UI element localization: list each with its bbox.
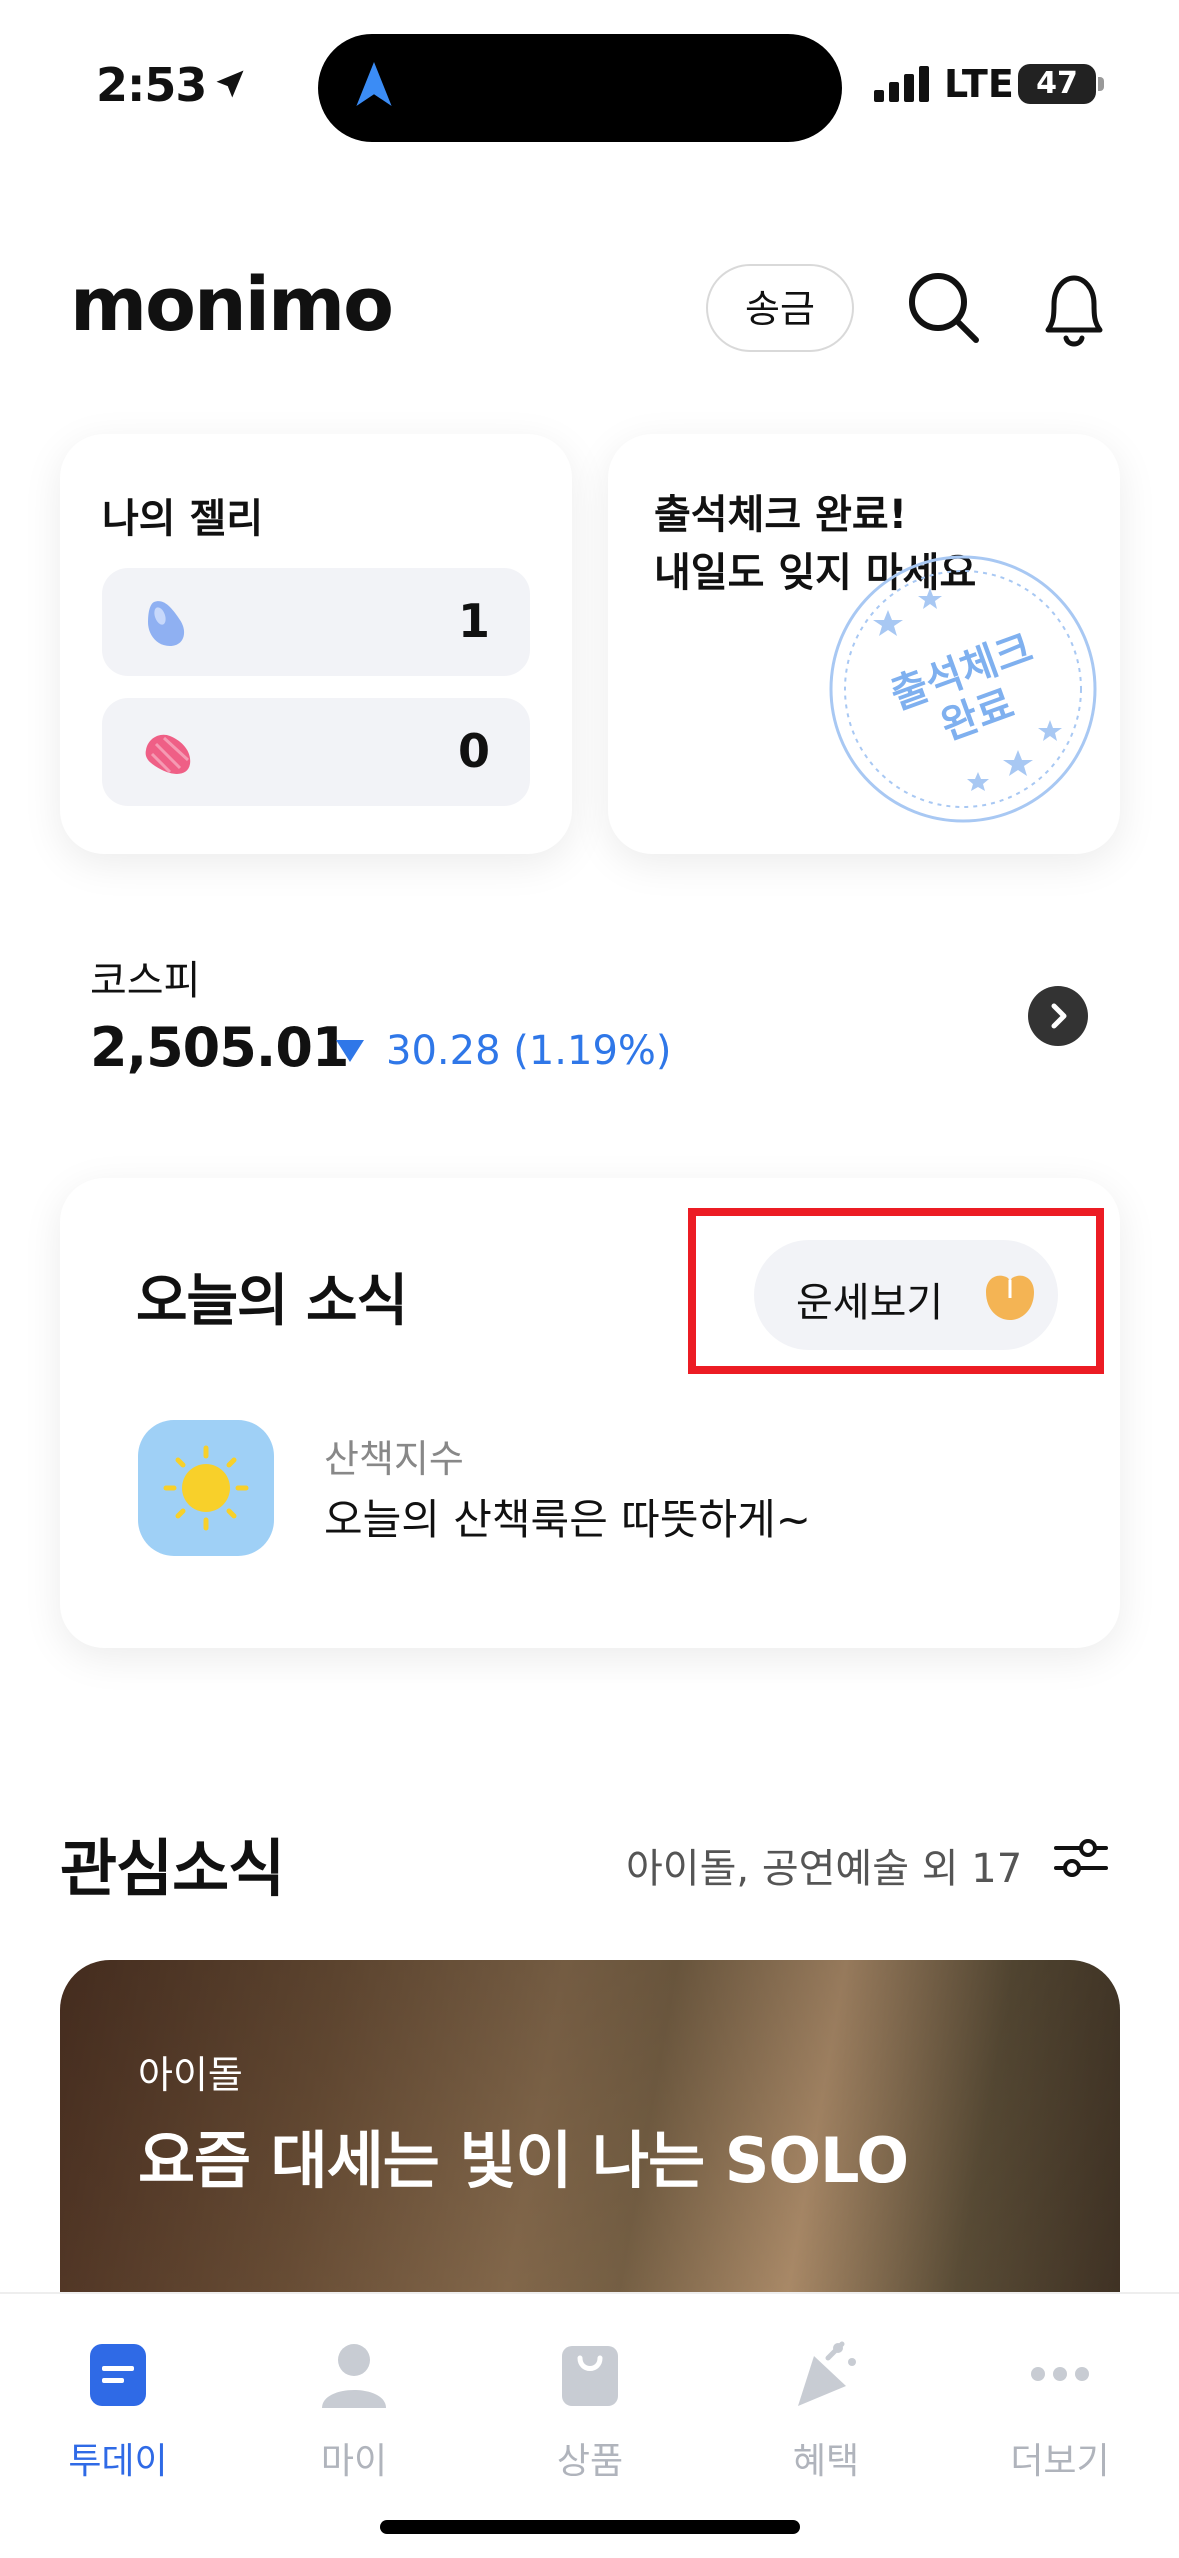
jelly-row-blue[interactable]: 1 bbox=[102, 568, 530, 676]
battery-tip bbox=[1098, 77, 1104, 91]
cellular-signal-icon bbox=[874, 66, 929, 102]
jelly-blue-count: 1 bbox=[457, 594, 490, 648]
search-icon[interactable] bbox=[904, 268, 984, 348]
tab-today[interactable]: 투데이 bbox=[28, 2338, 208, 2484]
filter-settings-icon[interactable] bbox=[1054, 1836, 1108, 1880]
bottom-tab-bar: 투데이 마이 상품 혜택 더보기 bbox=[0, 2292, 1179, 2558]
interest-hero-card[interactable]: 아이돌 요즘 대세는 빛이 나는 SOLO bbox=[60, 1960, 1120, 2320]
hero-title: 요즘 대세는 빛이 나는 SOLO bbox=[138, 2124, 909, 2197]
dynamic-island bbox=[318, 34, 842, 142]
tab-more[interactable]: 더보기 bbox=[970, 2338, 1150, 2484]
kospi-change: 30.28 (1.19%) bbox=[386, 1028, 672, 1074]
tab-products-label: 상품 bbox=[556, 2441, 624, 2482]
jelly-title: 나의 젤리 bbox=[102, 496, 264, 542]
tab-my[interactable]: 마이 bbox=[264, 2338, 444, 2484]
notification-bell-icon[interactable] bbox=[1034, 268, 1114, 352]
more-dots-icon bbox=[1031, 2367, 1089, 2381]
tab-benefits-label: 혜택 bbox=[792, 2441, 860, 2482]
tab-today-label: 투데이 bbox=[68, 2441, 168, 2482]
sun-icon bbox=[163, 1445, 249, 1531]
status-time: 2:53 bbox=[96, 58, 207, 112]
attendance-card[interactable]: 출석체크 완료! 내일도 잊지 마세요 출석체크 완료 bbox=[608, 434, 1120, 854]
tab-products[interactable]: 상품 bbox=[500, 2338, 680, 2484]
down-triangle-icon bbox=[336, 1040, 364, 1062]
person-icon bbox=[322, 2344, 386, 2408]
chevron-right-icon bbox=[1051, 1003, 1067, 1029]
interest-tags[interactable]: 아이돌, 공연예술 외 17 bbox=[626, 1836, 1022, 1894]
kospi-label: 코스피 bbox=[90, 958, 201, 1004]
interest-title: 관심소식 bbox=[60, 1832, 285, 1905]
attendance-line-1: 출석체크 완료! bbox=[654, 492, 907, 538]
network-type: LTE bbox=[944, 62, 1014, 106]
hero-category: 아이돌 bbox=[138, 2053, 243, 2097]
jelly-row-pink[interactable]: 0 bbox=[102, 698, 530, 806]
location-arrow-icon bbox=[216, 70, 244, 98]
tab-my-label: 마이 bbox=[320, 2441, 388, 2482]
weather-sun-icon-tile bbox=[138, 1420, 274, 1556]
tab-more-label: 더보기 bbox=[1010, 2441, 1110, 2482]
tab-benefits[interactable]: 혜택 bbox=[736, 2338, 916, 2484]
attendance-stamp: 출석체크 완료 bbox=[829, 555, 1097, 823]
today-icon bbox=[90, 2344, 146, 2406]
jelly-card[interactable]: 나의 젤리 1 0 bbox=[60, 434, 572, 854]
blue-jelly-icon bbox=[148, 601, 185, 646]
battery-indicator: 47 bbox=[1018, 64, 1096, 104]
news-item-text[interactable]: 오늘의 산책룩은 따뜻하게~ bbox=[324, 1486, 811, 1547]
navigation-arrow-icon bbox=[356, 62, 392, 106]
party-popper-icon bbox=[798, 2341, 856, 2406]
pink-jelly-icon bbox=[145, 734, 191, 774]
app-logo: monimo bbox=[70, 262, 394, 348]
transfer-button[interactable]: 송금 bbox=[706, 264, 854, 352]
kospi-value: 2,505.01 bbox=[90, 1016, 349, 1079]
home-indicator bbox=[380, 2520, 800, 2534]
jelly-pink-count: 0 bbox=[457, 724, 490, 778]
shopping-bag-icon bbox=[562, 2346, 618, 2406]
highlight-box bbox=[688, 1208, 1104, 1374]
today-news-title: 오늘의 소식 bbox=[136, 1269, 408, 1334]
news-item-category: 산책지수 bbox=[324, 1437, 464, 1481]
kospi-detail-button[interactable] bbox=[1028, 986, 1088, 1046]
